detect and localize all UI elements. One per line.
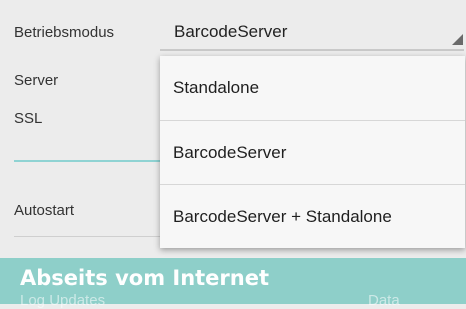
banner-ghost-right: Data	[368, 292, 400, 309]
banner-ghost-left: Log Updates	[20, 292, 106, 309]
dropdown-option-barcodeserver-standalone[interactable]: BarcodeServer + Standalone	[160, 185, 465, 249]
spinner-underline	[160, 49, 464, 51]
dropdown-option-standalone[interactable]: Standalone	[160, 56, 465, 120]
server-field-underline	[14, 160, 164, 162]
divider	[14, 236, 164, 237]
mode-dropdown-menu: Standalone BarcodeServer BarcodeServer +…	[160, 56, 465, 248]
mode-spinner-value[interactable]: BarcodeServer	[174, 22, 287, 42]
ssl-label: SSL	[14, 110, 43, 127]
spinner-dropdown-icon[interactable]	[452, 34, 463, 45]
banner-title: Abseits vom Internet	[20, 266, 270, 290]
server-label: Server	[14, 72, 59, 89]
dropdown-option-barcodeserver[interactable]: BarcodeServer	[160, 121, 465, 185]
autostart-label: Autostart	[14, 202, 75, 219]
mode-label: Betriebsmodus	[14, 24, 115, 41]
